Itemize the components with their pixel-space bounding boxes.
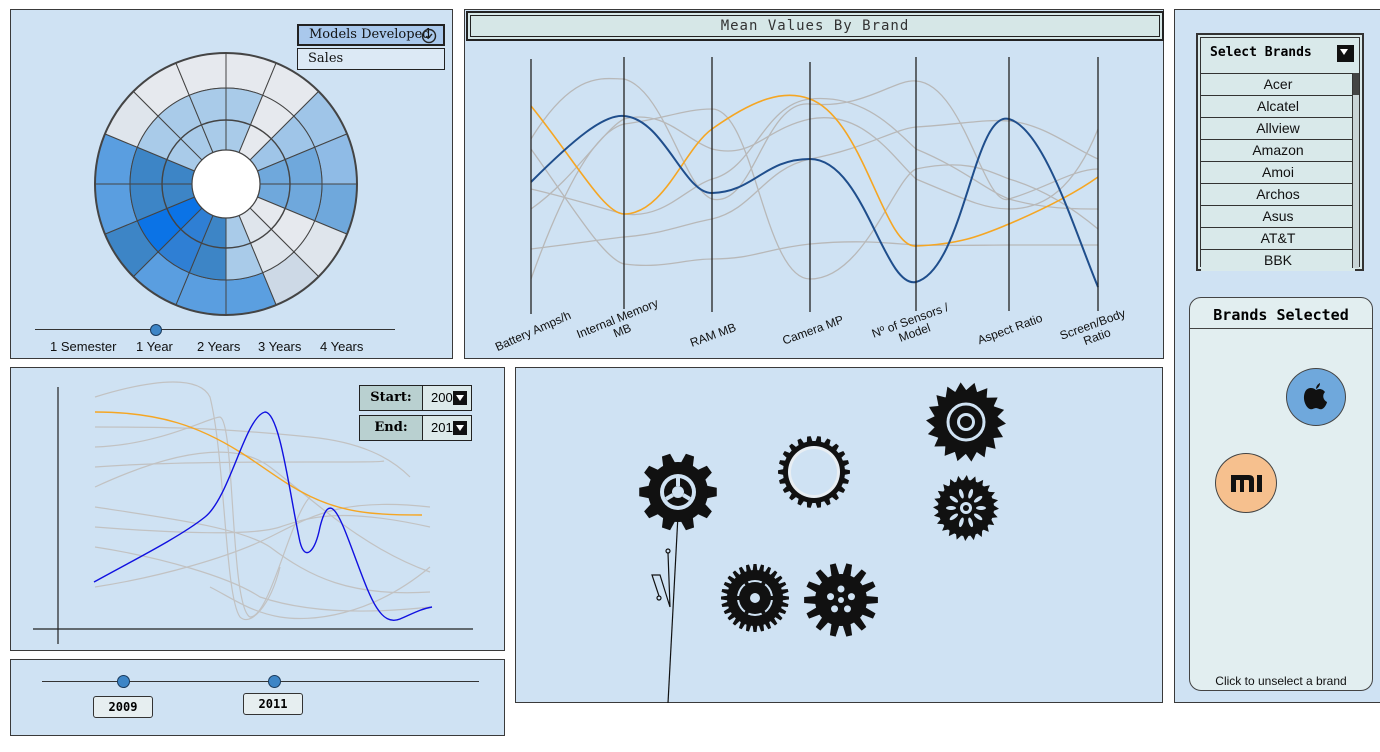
brand-option-bbk[interactable]: BBK <box>1201 250 1355 271</box>
saw-blade-icon-medium[interactable] <box>933 475 999 541</box>
blue-brand-line[interactable] <box>530 114 1099 288</box>
year-range-handle-end[interactable] <box>268 675 281 688</box>
brand-option-asus[interactable]: Asus <box>1201 206 1355 228</box>
sunburst-center <box>191 149 261 219</box>
year-end-button[interactable]: 2011 <box>243 693 303 715</box>
models-developed-option[interactable]: Models Developed <box>297 24 445 46</box>
unselect-hint: Click to unselect a brand <box>1215 674 1347 688</box>
end-chevron-down-icon[interactable] <box>453 421 467 435</box>
period-tick-1-semester[interactable]: 1 Semester <box>50 339 116 354</box>
brand-option-att[interactable]: AT&T <box>1201 228 1355 250</box>
period-tick-3-years[interactable]: 3 Years <box>258 339 301 354</box>
gear-hole <box>837 585 845 593</box>
blue-time-line[interactable] <box>93 411 433 621</box>
start-value-field[interactable]: 2009 <box>423 386 471 410</box>
gear-hole <box>847 593 855 601</box>
gear-slot <box>976 506 986 510</box>
gear-icon-spoked[interactable] <box>721 564 789 632</box>
gear-icon-large[interactable] <box>639 453 717 531</box>
sun-gear-icon[interactable] <box>804 563 878 637</box>
brands-selected-title: Brands Selected <box>1213 306 1349 324</box>
period-tick-1-year[interactable]: 1 Year <box>136 339 173 354</box>
gear-stem <box>651 514 679 703</box>
start-label: Start: <box>360 386 423 410</box>
year-start-button[interactable]: 2009 <box>93 696 153 718</box>
gear-hole <box>843 605 851 613</box>
period-slider[interactable] <box>35 329 395 330</box>
scrollbar-thumb[interactable] <box>1353 73 1359 95</box>
brand-list[interactable]: Acer Alcatel Allview Amazon Amoi Archos … <box>1201 73 1355 271</box>
period-tick-4-years[interactable]: 4 Years <box>320 339 363 354</box>
start-chevron-down-icon[interactable] <box>453 391 467 405</box>
xiaomi-brand-bubble[interactable] <box>1215 453 1277 513</box>
brand-option-amoi[interactable]: Amoi <box>1201 162 1355 184</box>
gear-hole <box>831 605 839 613</box>
brand-option-amazon[interactable]: Amazon <box>1201 140 1355 162</box>
end-value-field[interactable]: 2011 <box>423 416 471 440</box>
apple-icon <box>1303 383 1327 410</box>
sales-option[interactable]: Sales <box>297 48 445 70</box>
brand-option-alcatel[interactable]: Alcatel <box>1201 96 1355 118</box>
start-date-select[interactable]: Start: 2009 <box>359 385 472 411</box>
saw-blade-icon-large[interactable] <box>926 382 1006 462</box>
year-range-track[interactable] <box>42 681 479 682</box>
brand-option-allview[interactable]: Allview <box>1201 118 1355 140</box>
gears-visualization[interactable] <box>515 367 1163 703</box>
select-brands-label: Select Brands <box>1210 45 1312 60</box>
end-date-select[interactable]: End: 2011 <box>359 415 472 441</box>
xiaomi-icon <box>1231 475 1262 492</box>
sales-label: Sales <box>308 51 344 66</box>
end-label: End: <box>360 416 423 440</box>
gear-tooth <box>804 596 817 604</box>
gear-slot <box>946 506 956 510</box>
chevron-down-icon[interactable] <box>1337 45 1354 62</box>
brand-selector-header[interactable]: Select Brands <box>1198 35 1362 70</box>
gear-icon-ring[interactable] <box>778 436 850 508</box>
brand-selector[interactable]: Select Brands Acer Alcatel Allview Amazo… <box>1196 33 1364 271</box>
gear-tooth <box>865 596 878 604</box>
apple-brand-bubble[interactable] <box>1286 368 1346 426</box>
year-range-handle-start[interactable] <box>117 675 130 688</box>
models-developed-label: Models Developed <box>309 27 431 42</box>
gear-hole <box>827 593 835 601</box>
brands-selected-panel: Brands Selected Click to unselect a bran… <box>1189 297 1373 691</box>
brand-option-archos[interactable]: Archos <box>1201 184 1355 206</box>
brand-option-acer[interactable]: Acer <box>1201 74 1355 96</box>
parallel-axes <box>530 57 1099 314</box>
period-tick-2-years[interactable]: 2 Years <box>197 339 240 354</box>
check-circle-icon <box>421 28 437 44</box>
brand-list-scrollbar[interactable] <box>1352 73 1359 268</box>
background-lines <box>530 77 1099 280</box>
period-slider-handle[interactable] <box>150 324 162 336</box>
brands-selected-header: Brands Selected <box>1190 298 1372 329</box>
